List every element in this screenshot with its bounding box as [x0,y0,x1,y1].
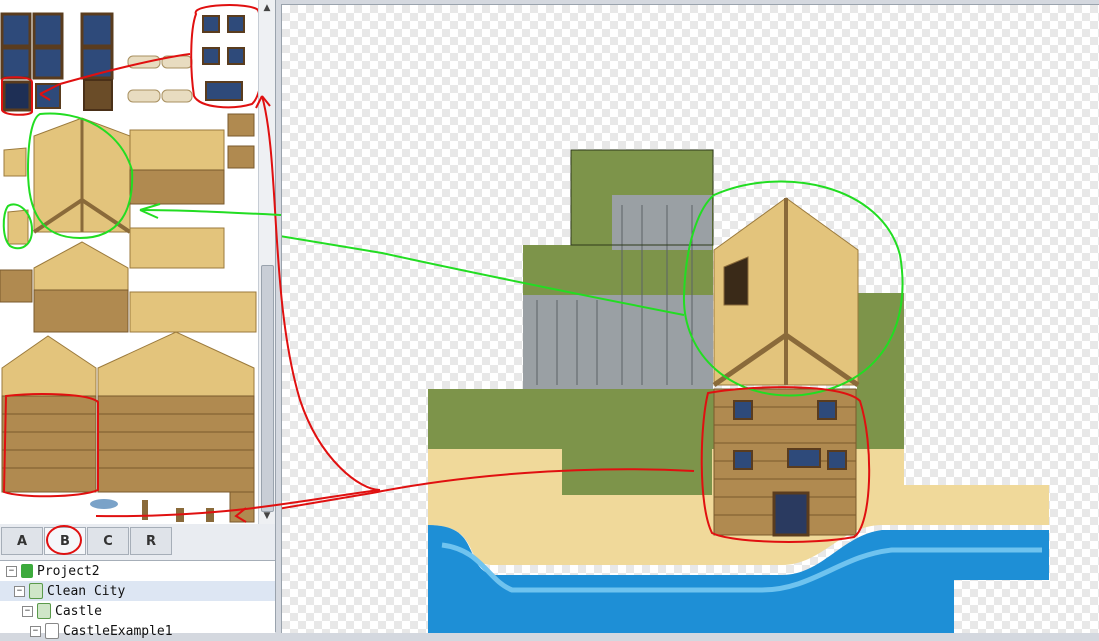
tree-item-castle[interactable]: − Castle [0,601,275,621]
scrollbar-thumb[interactable] [261,265,274,512]
tree-item-label: Castle [55,603,102,619]
log-tiles[interactable] [127,55,193,103]
tree-item-label: CastleExample1 [63,623,173,639]
tileset-palette[interactable] [0,0,258,524]
tree-item-label: Project2 [37,563,100,579]
tab-a[interactable]: A [1,527,43,555]
tree-item-castle-example[interactable]: − CastleExample1 [0,621,275,641]
map-icon [45,623,59,639]
tileset-tabs: A B C R [0,527,276,555]
roof-tiles[interactable] [3,113,255,269]
window-tiles[interactable] [0,12,114,112]
tileset-scrollbar[interactable]: ▲ ▼ [258,0,275,524]
tree-item-clean-city[interactable]: − Clean City [0,581,275,601]
house-walls[interactable] [713,388,857,537]
map-icon [29,583,43,599]
cliff[interactable] [523,149,714,389]
collapse-icon[interactable]: − [30,625,41,637]
scroll-down-icon[interactable]: ▼ [259,508,275,524]
prop-tiles[interactable] [90,499,214,522]
house-roof[interactable] [712,197,860,388]
collapse-icon[interactable]: − [22,605,33,617]
collapse-icon[interactable]: − [14,585,25,597]
map-tree: − Project2 − Clean City − Castle − Castl… [0,560,275,639]
grass-patch[interactable] [562,449,712,495]
scroll-up-icon[interactable]: ▲ [259,0,275,16]
tree-item-label: Clean City [47,583,126,599]
small-window-tiles[interactable] [202,15,245,101]
tree-item-project[interactable]: − Project2 [0,561,275,581]
project-icon [21,564,33,578]
map-icon [37,603,51,619]
tab-r[interactable]: R [130,527,172,555]
tileset-panel: ▲ ▼ A B C R − Project2 − Clean City − Ca… [0,0,276,639]
collapse-icon[interactable]: − [6,565,17,577]
tab-annotation [46,525,82,555]
tileset-graphics [0,4,258,523]
map-canvas[interactable] [281,4,1099,633]
map-graphics [282,149,1049,633]
tab-c[interactable]: C [87,527,129,555]
wall-tiles[interactable] [0,241,257,523]
